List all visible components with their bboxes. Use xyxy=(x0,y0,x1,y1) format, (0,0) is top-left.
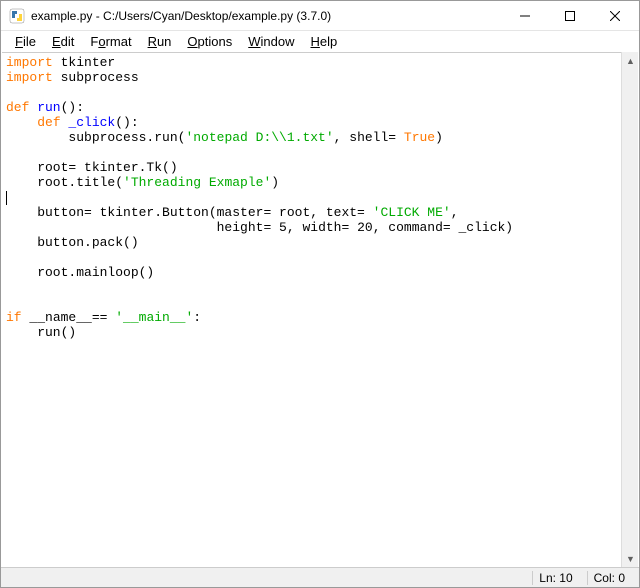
menu-run[interactable]: Run xyxy=(140,33,180,50)
status-line: Ln: 10 xyxy=(532,571,578,585)
scroll-up-icon[interactable]: ▲ xyxy=(622,52,639,69)
app-icon xyxy=(9,8,25,24)
scroll-down-icon[interactable]: ▼ xyxy=(622,550,639,567)
maximize-button[interactable] xyxy=(547,1,592,30)
window-title: example.py - C:/Users/Cyan/Desktop/examp… xyxy=(31,9,502,23)
menubar: File Edit Format Run Options Window Help xyxy=(1,31,639,51)
vertical-scrollbar[interactable]: ▲ ▼ xyxy=(621,52,638,567)
menu-file[interactable]: File xyxy=(7,33,44,50)
status-col: Col: 0 xyxy=(587,571,631,585)
window-controls xyxy=(502,1,637,30)
menu-format[interactable]: Format xyxy=(82,33,139,50)
text-cursor xyxy=(6,191,7,205)
menu-edit[interactable]: Edit xyxy=(44,33,82,50)
minimize-button[interactable] xyxy=(502,1,547,30)
menu-options[interactable]: Options xyxy=(179,33,240,50)
code-editor[interactable]: import tkinter import subprocess def run… xyxy=(2,52,621,567)
titlebar: example.py - C:/Users/Cyan/Desktop/examp… xyxy=(1,1,639,31)
menu-help[interactable]: Help xyxy=(303,33,346,50)
menu-window[interactable]: Window xyxy=(240,33,302,50)
statusbar: Ln: 10 Col: 0 xyxy=(1,567,639,587)
close-button[interactable] xyxy=(592,1,637,30)
code-content: import tkinter import subprocess def run… xyxy=(6,55,617,340)
